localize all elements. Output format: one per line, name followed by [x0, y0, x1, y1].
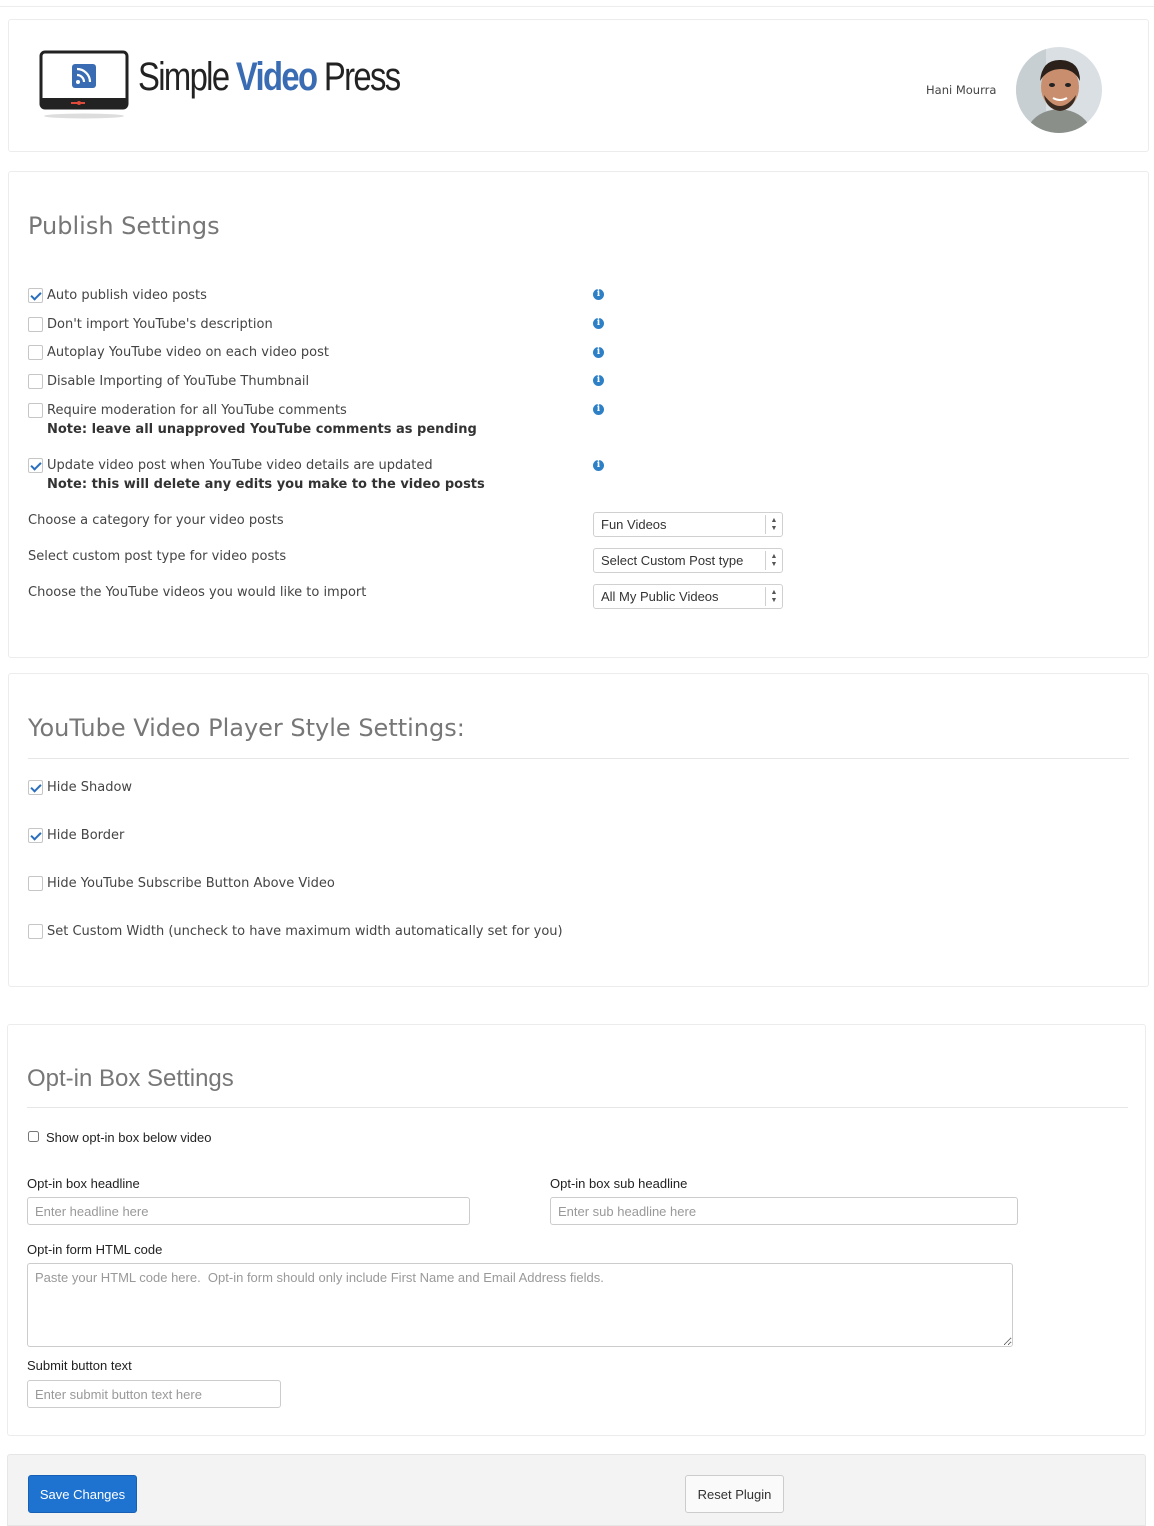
brand-name: Simple Video Press: [138, 55, 401, 100]
info-icon[interactable]: i: [593, 318, 604, 329]
option-text: Require moderation for all YouTube comme…: [47, 401, 477, 439]
brand-part-simple: Simple: [138, 55, 230, 99]
brand-part-video: Video: [235, 55, 318, 99]
html-code-label: Opt-in form HTML code: [27, 1242, 163, 1257]
option-label: Auto publish video posts: [47, 288, 207, 303]
section-divider: [28, 758, 1129, 759]
option-hide-subscribe[interactable]: Hide YouTube Subscribe Button Above Vide…: [28, 874, 335, 893]
header-panel: Simple Video Press Hani Mourra: [8, 19, 1149, 152]
html-code-textarea[interactable]: [27, 1263, 1013, 1347]
reset-plugin-button[interactable]: Reset Plugin: [685, 1475, 784, 1513]
checkbox[interactable]: [28, 876, 43, 891]
checkbox[interactable]: [28, 288, 43, 303]
select-arrows-icon: ▲ ▼: [765, 587, 782, 606]
info-icon[interactable]: i: [593, 375, 604, 386]
checkbox[interactable]: [28, 345, 43, 360]
save-changes-button[interactable]: Save Changes: [28, 1475, 137, 1513]
option-note: Note: this will delete any edits you mak…: [47, 477, 485, 492]
sub-headline-input[interactable]: [550, 1197, 1018, 1225]
top-divider: [0, 6, 1154, 7]
checkbox[interactable]: [28, 780, 43, 795]
monitor-broadcast-icon: [39, 50, 129, 124]
brand-part-press: Press: [323, 55, 401, 99]
option-note: Note: leave all unapproved YouTube comme…: [47, 422, 477, 437]
option-label: Require moderation for all YouTube comme…: [47, 403, 347, 418]
import-select[interactable]: All My Public Videos ▲ ▼: [593, 584, 783, 609]
option-autoplay[interactable]: Autoplay YouTube video on each video pos…: [28, 343, 329, 362]
option-custom-width[interactable]: Set Custom Width (uncheck to have maximu…: [28, 922, 563, 941]
show-optin-checkbox[interactable]: [28, 1131, 39, 1142]
option-hide-shadow[interactable]: Hide Shadow: [28, 778, 132, 797]
section-divider: [27, 1107, 1128, 1108]
option-text: Update video post when YouTube video det…: [47, 456, 485, 494]
post-type-select[interactable]: Select Custom Post type ▲ ▼: [593, 548, 783, 573]
option-require-moderation[interactable]: Require moderation for all YouTube comme…: [28, 401, 477, 439]
import-label: Choose the YouTube videos you would like…: [28, 585, 367, 600]
submit-text-input[interactable]: [27, 1380, 281, 1408]
show-optin-label: Show opt-in box below video: [46, 1130, 212, 1145]
info-icon[interactable]: i: [593, 347, 604, 358]
section-title: Publish Settings: [28, 212, 220, 240]
player-style-panel: YouTube Video Player Style Settings: Hid…: [8, 673, 1149, 987]
headline-label: Opt-in box headline: [27, 1176, 140, 1191]
select-value: Fun Videos: [601, 517, 667, 532]
option-label: Hide Border: [47, 828, 125, 843]
option-update-post[interactable]: Update video post when YouTube video det…: [28, 456, 485, 494]
option-label: Disable Importing of YouTube Thumbnail: [47, 374, 310, 389]
select-arrows-icon: ▲ ▼: [765, 515, 782, 534]
publish-settings-panel: Publish Settings Auto publish video post…: [8, 171, 1149, 658]
avatar[interactable]: [1016, 47, 1102, 133]
post-type-label: Select custom post type for video posts: [28, 549, 287, 564]
select-arrows-icon: ▲ ▼: [765, 551, 782, 570]
select-value: Select Custom Post type: [601, 553, 744, 568]
option-label: Hide YouTube Subscribe Button Above Vide…: [47, 876, 335, 891]
headline-input[interactable]: [27, 1197, 470, 1225]
option-hide-border[interactable]: Hide Border: [28, 826, 124, 845]
info-icon[interactable]: i: [593, 460, 604, 471]
option-label: Update video post when YouTube video det…: [47, 458, 433, 473]
section-title: YouTube Video Player Style Settings:: [28, 714, 465, 742]
footer-actions: Save Changes Reset Plugin: [7, 1454, 1146, 1526]
checkbox[interactable]: [28, 403, 43, 418]
category-label: Choose a category for your video posts: [28, 513, 284, 528]
option-label: Don't import YouTube's description: [47, 317, 273, 332]
option-label: Hide Shadow: [47, 780, 133, 795]
checkbox[interactable]: [28, 374, 43, 389]
option-no-description[interactable]: Don't import YouTube's description: [28, 315, 273, 334]
checkbox[interactable]: [28, 924, 43, 939]
user-name: Hani Mourra: [926, 83, 997, 97]
sub-headline-label: Opt-in box sub headline: [550, 1176, 688, 1191]
checkbox[interactable]: [28, 828, 43, 843]
option-label: Set Custom Width (uncheck to have maximu…: [47, 924, 563, 939]
category-select[interactable]: Fun Videos ▲ ▼: [593, 512, 783, 537]
checkbox[interactable]: [28, 458, 43, 473]
info-icon[interactable]: i: [593, 289, 604, 300]
select-value: All My Public Videos: [601, 589, 719, 604]
optin-settings-panel: Opt-in Box Settings Show opt-in box belo…: [7, 1024, 1146, 1436]
option-disable-thumbnail[interactable]: Disable Importing of YouTube Thumbnail: [28, 372, 309, 391]
option-label: Autoplay YouTube video on each video pos…: [47, 345, 330, 360]
submit-text-label: Submit button text: [27, 1358, 132, 1373]
section-title: Opt-in Box Settings: [27, 1065, 234, 1092]
option-auto-publish[interactable]: Auto publish video posts: [28, 286, 207, 305]
checkbox[interactable]: [28, 317, 43, 332]
info-icon[interactable]: i: [593, 404, 604, 415]
